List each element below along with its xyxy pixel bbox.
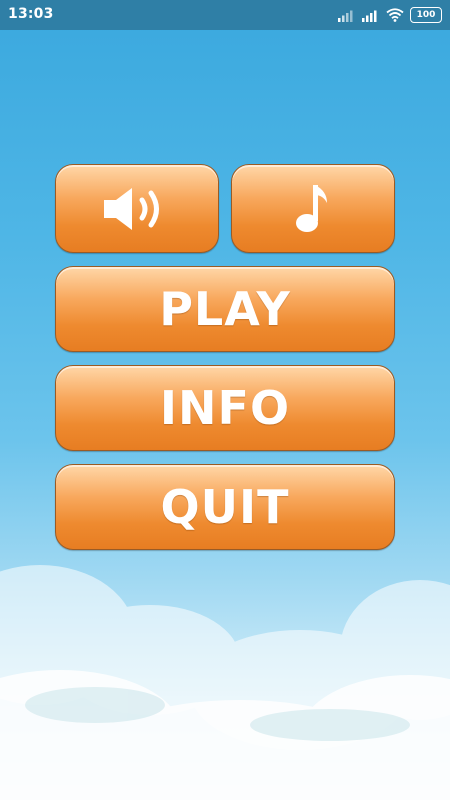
status-bar: 13:03 100 (0, 0, 450, 30)
music-note-icon (296, 184, 327, 232)
play-button[interactable]: PLAY (55, 266, 395, 352)
status-time: 13:03 (8, 6, 54, 22)
info-button-label: INFO (159, 381, 291, 435)
wifi-icon (386, 8, 404, 22)
clouds-background (0, 565, 450, 800)
signal-icon (362, 10, 377, 22)
music-toggle-button[interactable] (231, 164, 395, 253)
status-icons: 100 (338, 7, 442, 23)
speaker-volume-icon (104, 187, 159, 230)
quit-button[interactable]: QUIT (55, 464, 395, 550)
play-button-label: PLAY (159, 282, 291, 336)
battery-icon: 100 (410, 7, 442, 23)
signal-icon (338, 10, 353, 22)
sound-toggle-button[interactable] (55, 164, 219, 253)
quit-button-label: QUIT (160, 480, 290, 534)
info-button[interactable]: INFO (55, 365, 395, 451)
